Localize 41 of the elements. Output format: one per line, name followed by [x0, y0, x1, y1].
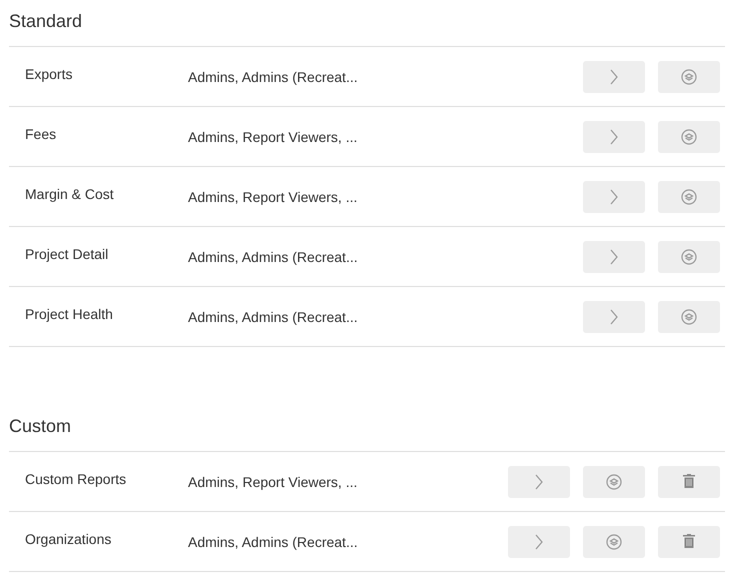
report-name: Project Detail — [24, 246, 110, 262]
chevron-right-icon — [610, 308, 618, 324]
layers-icon — [681, 248, 697, 264]
report-name: Fees — [24, 126, 58, 142]
layers-button[interactable] — [658, 120, 720, 152]
delete-button[interactable] — [658, 526, 720, 558]
report-roles: Admins, Admins (Recreat... — [188, 248, 359, 264]
report-name: Custom Reports — [24, 470, 128, 486]
layers-button[interactable] — [658, 240, 720, 272]
layers-button[interactable] — [658, 180, 720, 212]
report-roles: Admins, Admins (Recreat... — [188, 68, 359, 84]
layers-icon — [681, 188, 697, 204]
chevron-right-icon — [610, 188, 618, 204]
layers-icon — [606, 534, 622, 550]
layers-button[interactable] — [658, 60, 720, 92]
layers-button[interactable] — [583, 466, 645, 498]
layers-icon — [681, 68, 697, 84]
report-roles: Admins, Admins (Recreat... — [188, 534, 359, 550]
layers-button[interactable] — [658, 300, 720, 332]
section-title: Custom — [9, 405, 725, 452]
delete-button[interactable] — [658, 466, 720, 498]
chevron-right-icon — [610, 68, 618, 84]
report-roles: Admins, Report Viewers, ... — [188, 188, 358, 204]
report-name: Project Health — [24, 306, 114, 322]
layers-icon — [681, 128, 697, 144]
chevron-right-icon — [610, 128, 618, 144]
report-name: Organizations — [24, 530, 112, 546]
chevron-right-icon — [535, 534, 543, 550]
report-roles: Admins, Report Viewers, ... — [188, 128, 358, 144]
layers-button[interactable] — [583, 526, 645, 558]
report-name: Exports — [24, 66, 74, 82]
report-roles: Admins, Admins (Recreat... — [188, 308, 359, 324]
chevron-right-icon — [610, 248, 618, 264]
section-title: Standard — [9, 0, 725, 47]
trash-icon — [683, 474, 695, 489]
trash-icon — [683, 534, 695, 549]
layers-icon — [681, 308, 697, 324]
report-name: Margin & Cost — [24, 186, 115, 202]
layers-icon — [606, 474, 622, 490]
report-roles: Admins, Report Viewers, ... — [188, 474, 358, 490]
chevron-right-icon — [535, 474, 543, 490]
